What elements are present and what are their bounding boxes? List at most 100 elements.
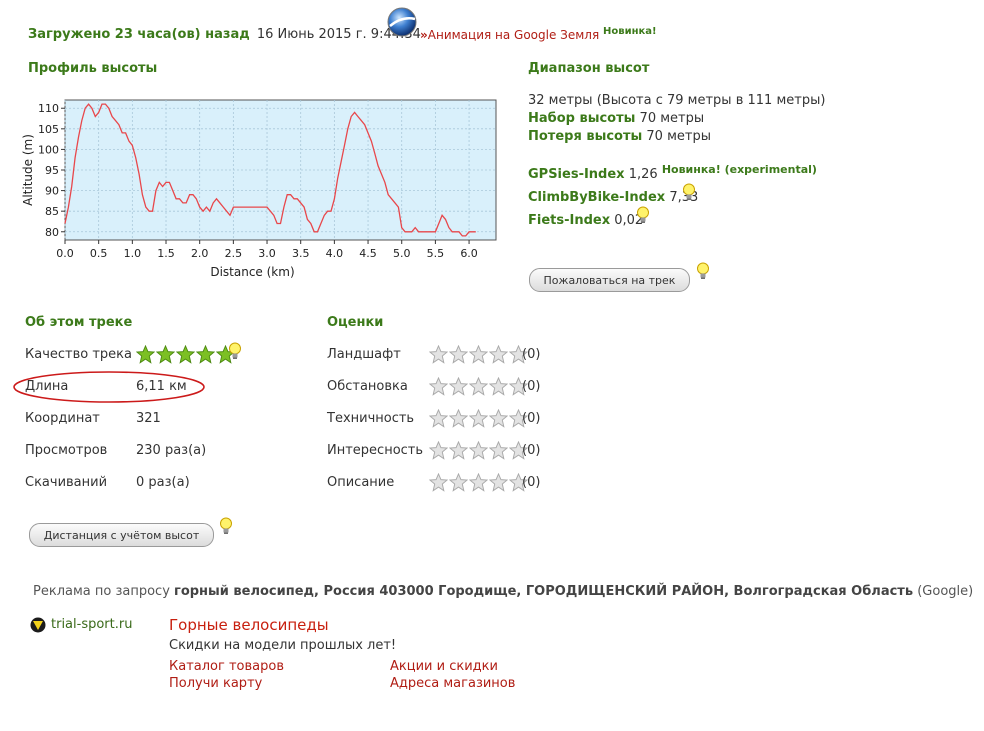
rating-star-icon[interactable]: [428, 344, 449, 368]
quality-star-icon: [155, 344, 176, 368]
chart-x-tick-label: 5.5: [427, 247, 445, 260]
google-earth-animation-link[interactable]: Анимация на Google Земля: [428, 28, 599, 42]
rating-star-icon[interactable]: [488, 376, 509, 400]
hint-bulb-icon[interactable]: [696, 262, 710, 280]
rating-stars[interactable]: [428, 344, 529, 368]
hint-bulb-icon[interactable]: [636, 206, 650, 224]
chart-y-tick-label: 90: [45, 185, 59, 198]
gain-label: Набор высоты: [528, 111, 636, 126]
rating-star-icon[interactable]: [428, 440, 449, 464]
chart-x-tick-label: 4.5: [359, 247, 377, 260]
chart-x-tick-label: 2.5: [225, 247, 243, 260]
chart-y-tick-label: 110: [38, 102, 59, 115]
ad-tagline: Скидки на модели прошлых лет!: [169, 638, 397, 653]
chart-y-tick-label: 95: [45, 164, 59, 177]
rating-star-icon[interactable]: [468, 344, 489, 368]
rating-star-icon[interactable]: [428, 472, 449, 496]
rating-label: Описание: [327, 475, 395, 490]
chart-x-tick-label: 3.0: [258, 247, 276, 260]
rating-star-icon[interactable]: [488, 408, 509, 432]
loss-value: 70 метры: [646, 129, 711, 144]
quality-star-icon: [175, 344, 196, 368]
hint-bulb-icon[interactable]: [682, 183, 696, 201]
rating-stars[interactable]: [428, 408, 529, 432]
rating-star-icon[interactable]: [428, 408, 449, 432]
google-earth-icon[interactable]: [387, 7, 417, 37]
ad-link-card[interactable]: Получи карту: [169, 676, 262, 691]
quality-star-icon: [195, 344, 216, 368]
ad-site[interactable]: trial-sport.ru: [51, 617, 132, 632]
rating-star-icon[interactable]: [488, 472, 509, 496]
rating-star-icon[interactable]: [448, 376, 469, 400]
gpsies-row: GPSies-Index 1,26 Новинка! (experimental…: [528, 163, 817, 182]
loss-row: Потеря высоты 70 метры: [528, 129, 711, 144]
rating-label: Интересность: [327, 443, 424, 458]
uploaded-label: Загружено 23 часа(ов) назад: [28, 27, 250, 42]
climb-row: ClimbByBike-Index 7,33: [528, 190, 698, 205]
rating-star-icon[interactable]: [468, 376, 489, 400]
chart-y-tick-label: 100: [38, 143, 59, 156]
about-value-points: 321: [136, 411, 161, 426]
rating-count: (0): [522, 347, 541, 362]
rating-count: (0): [522, 443, 541, 458]
about-label-downloads: Скачиваний: [25, 475, 108, 490]
rating-count: (0): [522, 411, 541, 426]
rating-label: Обстановка: [327, 379, 408, 394]
rating-star-icon[interactable]: [428, 376, 449, 400]
rating-count: (0): [522, 379, 541, 394]
rating-star-icon[interactable]: [448, 472, 469, 496]
ad-query: Реклама по запросу горный велосипед, Рос…: [33, 584, 973, 599]
gpsies-label[interactable]: GPSies-Index: [528, 167, 625, 182]
ad-link-catalog[interactable]: Каталог товаров: [169, 659, 284, 674]
rating-star-icon[interactable]: [488, 344, 509, 368]
chart-x-tick-label: 1.0: [124, 247, 142, 260]
animation-link-wrap[interactable]: »Анимация на Google Земля Новинка!: [420, 26, 657, 42]
rating-star-icon[interactable]: [448, 440, 469, 464]
chart-x-tick-label: 0.5: [90, 247, 108, 260]
ad-provider: (Google): [917, 584, 974, 599]
rating-star-icon[interactable]: [488, 440, 509, 464]
rating-star-icon[interactable]: [448, 344, 469, 368]
quality-stars: [135, 344, 236, 368]
rating-stars[interactable]: [428, 440, 529, 464]
rating-star-icon[interactable]: [468, 472, 489, 496]
about-label-length: Длина: [25, 379, 69, 394]
gain-value: 70 метры: [639, 111, 705, 126]
range-title: Диапазон высот: [528, 61, 650, 76]
rating-star-icon[interactable]: [468, 440, 489, 464]
rating-label: Техничность: [327, 411, 415, 426]
rating-stars[interactable]: [428, 472, 529, 496]
complain-button[interactable]: Пожаловаться на трек: [529, 268, 690, 292]
chart-y-tick-label: 105: [38, 123, 59, 136]
ad-link-sales[interactable]: Акции и скидки: [390, 659, 498, 674]
arrows-icon: »: [420, 28, 428, 42]
chart-y-tick-label: 85: [45, 205, 59, 218]
chart-x-tick-label: 4.0: [326, 247, 344, 260]
range-summary: 32 метры (Высота с 79 метры в 111 метры): [528, 93, 826, 108]
chart-x-tick-label: 0.0: [56, 247, 74, 260]
about-value-views: 230 раз(а): [136, 443, 207, 458]
rating-stars[interactable]: [428, 376, 529, 400]
climb-label[interactable]: ClimbByBike-Index: [528, 190, 665, 205]
rating-star-icon[interactable]: [448, 408, 469, 432]
upload-info: Загружено 23 часа(ов) назад 16 Июнь 2015…: [28, 27, 421, 42]
ad-link-stores[interactable]: Адреса магазинов: [390, 676, 515, 691]
about-label-views: Просмотров: [25, 443, 108, 458]
rating-count: (0): [522, 475, 541, 490]
chart-y-tick-label: 80: [45, 226, 59, 239]
ad-headline[interactable]: Горные велосипеды: [169, 616, 329, 634]
chart-x-tick-label: 1.5: [157, 247, 175, 260]
gain-row: Набор высоты 70 метры: [528, 111, 704, 126]
about-label-points: Координат: [25, 411, 100, 426]
fiets-label[interactable]: Fiets-Index: [528, 213, 610, 228]
ad-query-prefix: Реклама по запросу: [33, 584, 170, 599]
rating-label: Ландшафт: [327, 347, 401, 362]
elevation-chart: 0.0 0.5 1.0 1.5 2.0 2.5 3.0 3.5 4.0 4.5 5.0 5.5 6.0 8…: [21, 99, 497, 279]
chart-x-tick-label: 2.0: [191, 247, 209, 260]
distance-with-elevation-button[interactable]: Дистанция с учётом высот: [29, 523, 214, 547]
quality-star-icon: [135, 344, 156, 368]
hint-bulb-icon[interactable]: [228, 342, 242, 360]
hint-bulb-icon[interactable]: [219, 517, 233, 535]
about-label-quality: Качество трека: [25, 347, 132, 362]
rating-star-icon[interactable]: [468, 408, 489, 432]
